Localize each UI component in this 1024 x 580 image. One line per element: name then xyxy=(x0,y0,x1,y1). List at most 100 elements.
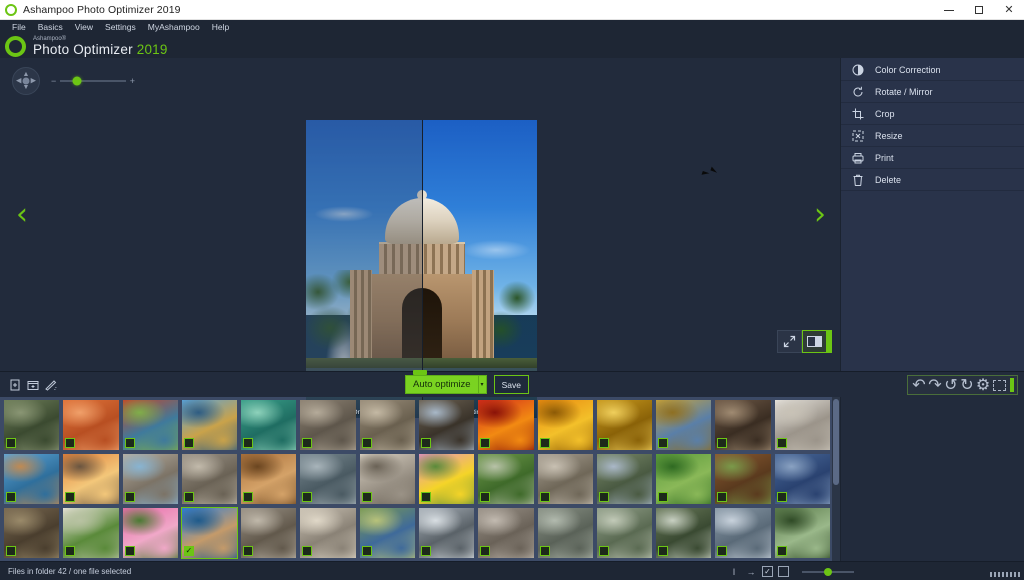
thumbnail-item[interactable] xyxy=(3,453,60,505)
thumbnail-item[interactable] xyxy=(714,399,771,451)
restore-button[interactable] xyxy=(964,0,994,20)
thumbnail-checkbox[interactable] xyxy=(658,546,669,556)
thumbnail-checkbox[interactable] xyxy=(361,546,372,556)
checkbox-empty-icon[interactable] xyxy=(778,566,789,577)
thumbnail-checkbox[interactable] xyxy=(302,492,313,502)
thumbnail-checkbox[interactable] xyxy=(598,438,609,448)
save-button[interactable]: Save xyxy=(493,375,529,394)
thumbnail-item[interactable] xyxy=(62,507,119,559)
sidebar-item-resize[interactable]: Resize xyxy=(841,125,1024,147)
thumbnail-checkbox[interactable] xyxy=(658,492,669,502)
thumbnail-item[interactable] xyxy=(714,453,771,505)
zoom-slider-track[interactable] xyxy=(60,76,126,86)
selection-marquee-icon[interactable] xyxy=(991,376,1007,394)
fullscreen-arrows-icon[interactable] xyxy=(777,330,802,353)
undo-icon[interactable]: ↶ xyxy=(911,376,927,394)
thumbnail-item[interactable] xyxy=(537,507,594,559)
thumbnail-checkbox[interactable] xyxy=(480,546,491,556)
sidebar-item-rotate-mirror[interactable]: Rotate / Mirror xyxy=(841,81,1024,103)
thumbnail-item[interactable] xyxy=(418,453,475,505)
thumbnail-checkbox[interactable] xyxy=(598,546,609,556)
thumbnail-scrollbar[interactable] xyxy=(832,397,840,561)
thumbnail-checkbox[interactable] xyxy=(598,492,609,502)
zoom-out-icon[interactable]: − xyxy=(51,76,56,86)
thumbnail-item[interactable] xyxy=(299,507,356,559)
zoom-in-icon[interactable]: + xyxy=(130,76,135,86)
thumbnail-item[interactable] xyxy=(3,399,60,451)
thumbnail-checkbox[interactable] xyxy=(183,492,194,502)
rotate-left-icon[interactable]: ↺ xyxy=(943,376,959,394)
thumbnail-item[interactable] xyxy=(655,453,712,505)
sidebar-item-print[interactable]: Print xyxy=(841,147,1024,169)
thumbnail-checkbox[interactable] xyxy=(539,438,550,448)
thumbnail-checkbox[interactable] xyxy=(776,546,787,556)
thumbnail-item[interactable] xyxy=(181,453,238,505)
checkbox-checked-icon[interactable]: ✓ xyxy=(762,566,773,577)
thumbnail-checkbox[interactable] xyxy=(361,492,372,502)
thumbnail-item[interactable] xyxy=(655,399,712,451)
split-compare-icon[interactable] xyxy=(802,330,827,353)
thumbnail-item[interactable] xyxy=(537,399,594,451)
thumbnail-checkbox[interactable] xyxy=(539,546,550,556)
thumbnail-item[interactable] xyxy=(62,453,119,505)
redo-icon[interactable]: ↷ xyxy=(927,376,943,394)
thumbnail-checkbox[interactable] xyxy=(361,438,372,448)
pan-left-icon[interactable]: ◀ xyxy=(16,78,21,85)
close-button[interactable]: ✕ xyxy=(994,0,1024,20)
thumbnail-item[interactable] xyxy=(122,399,179,451)
cursor-text-icon[interactable]: I xyxy=(728,566,740,578)
thumbnail-item[interactable] xyxy=(418,507,475,559)
thumbnail-item[interactable] xyxy=(537,453,594,505)
thumbnail-item[interactable] xyxy=(477,399,534,451)
pan-right-icon[interactable]: ▶ xyxy=(31,78,36,85)
thumbnail-item[interactable] xyxy=(122,507,179,559)
menu-item-view[interactable]: View xyxy=(69,20,99,35)
thumbnail-item[interactable] xyxy=(714,507,771,559)
menu-item-file[interactable]: File xyxy=(6,20,32,35)
thumbnail-checkbox[interactable] xyxy=(776,492,787,502)
thumbnail-checkbox[interactable] xyxy=(124,438,135,448)
zoom-slider-knob[interactable] xyxy=(72,76,82,86)
menu-item-basics[interactable]: Basics xyxy=(32,20,69,35)
thumbnail-checkbox[interactable] xyxy=(658,438,669,448)
thumbnail-checkbox[interactable] xyxy=(183,438,194,448)
thumbnail-item[interactable] xyxy=(299,399,356,451)
thumbnail-checkbox[interactable] xyxy=(480,492,491,502)
thumbnail-item[interactable] xyxy=(181,399,238,451)
rotate-right-icon[interactable]: ↻ xyxy=(959,376,975,394)
thumbnail-checkbox[interactable] xyxy=(65,546,76,556)
thumbnail-item[interactable] xyxy=(240,507,297,559)
thumbnail-checkbox[interactable] xyxy=(302,546,313,556)
thumbnail-checkbox[interactable] xyxy=(420,546,431,556)
magic-wand-icon[interactable] xyxy=(44,378,57,391)
auto-optimize-dropdown-icon[interactable]: ▾ xyxy=(477,375,487,394)
menu-item-myashampoo[interactable]: MyAshampoo xyxy=(142,20,206,35)
sidebar-item-crop[interactable]: Crop xyxy=(841,103,1024,125)
thumbnail-item[interactable] xyxy=(62,399,119,451)
thumbnail-checkbox[interactable] xyxy=(124,546,135,556)
thumbnail-item[interactable] xyxy=(418,399,475,451)
arrow-right-icon[interactable]: → xyxy=(745,566,757,578)
add-folder-icon[interactable] xyxy=(26,378,39,391)
minimize-button[interactable] xyxy=(934,0,964,20)
thumbnail-checkbox[interactable] xyxy=(420,492,431,502)
thumbnail-item[interactable] xyxy=(3,507,60,559)
thumbnail-checkbox[interactable] xyxy=(6,492,16,502)
thumbnail-checkbox-checked[interactable] xyxy=(183,546,194,556)
thumbnail-checkbox[interactable] xyxy=(65,438,76,448)
thumbnail-checkbox[interactable] xyxy=(302,438,313,448)
thumbnail-checkbox[interactable] xyxy=(6,438,16,448)
thumbnail-checkbox[interactable] xyxy=(6,546,16,556)
thumbnail-size-slider[interactable] xyxy=(802,567,854,576)
sidebar-item-delete[interactable]: Delete xyxy=(841,169,1024,191)
new-file-icon[interactable] xyxy=(8,378,21,391)
thumbnail-item[interactable] xyxy=(240,399,297,451)
thumbnail-item[interactable] xyxy=(122,453,179,505)
pan-center-icon[interactable] xyxy=(22,77,30,85)
thumbnail-item[interactable] xyxy=(359,399,416,451)
thumbnail-checkbox[interactable] xyxy=(717,546,728,556)
thumbnail-item[interactable] xyxy=(240,453,297,505)
menu-item-settings[interactable]: Settings xyxy=(99,20,142,35)
pan-down-icon[interactable]: ▼ xyxy=(23,84,30,91)
thumbnail-checkbox[interactable] xyxy=(124,492,135,502)
